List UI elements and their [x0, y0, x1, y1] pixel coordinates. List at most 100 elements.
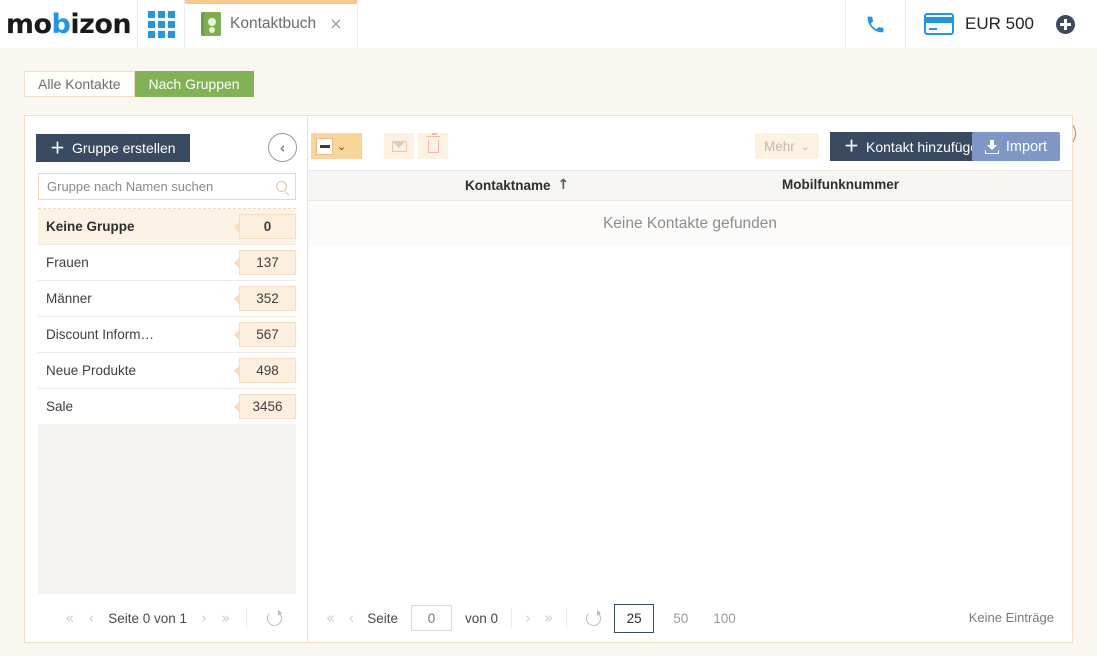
credit-card-icon	[924, 13, 955, 35]
plus-icon: ＋	[844, 138, 860, 155]
list-item[interactable]: Frauen 137	[38, 245, 296, 281]
page-label: Seite	[367, 610, 398, 626]
sub-header: Alle Kontakte Nach Gruppen Erweiterte Su…	[0, 48, 1097, 148]
logo-suffix: izon	[70, 8, 132, 40]
chevron-down-icon: ⌄	[337, 139, 347, 153]
add-funds-button[interactable]	[1056, 0, 1097, 48]
group-name: Frauen	[46, 255, 89, 270]
refresh-icon[interactable]	[586, 609, 602, 626]
close-icon[interactable]: ×	[329, 16, 342, 32]
divider	[566, 608, 568, 628]
divider	[246, 608, 248, 628]
status-badge: 0	[239, 214, 296, 239]
list-item[interactable]: Discount Inform… 567	[38, 317, 296, 353]
send-email-button[interactable]	[384, 133, 414, 159]
group-search	[38, 173, 296, 200]
status-badge: 567	[239, 322, 296, 347]
contacts-content: ⌄ Mehr ⌄ ＋ Kontakt hinzufügen Import Kon…	[308, 116, 1072, 642]
tab-alle-kontakte[interactable]: Alle Kontakte	[24, 71, 135, 97]
more-actions-button[interactable]: Mehr ⌄	[755, 133, 819, 159]
list-item[interactable]: Neue Produkte 498	[38, 353, 296, 389]
grid-apps-icon	[147, 10, 175, 38]
chevron-left-icon: ‹	[279, 138, 286, 157]
page-size-50[interactable]: 50	[667, 611, 694, 626]
logo-prefix: mo	[5, 8, 52, 40]
status-badge: 3456	[239, 394, 296, 419]
chevron-down-icon: ⌄	[800, 139, 810, 153]
sidebar-pagination: « ‹ Seite 0 von 1 › »	[25, 594, 308, 642]
page-number-input[interactable]	[410, 605, 452, 631]
contact-book-icon	[201, 12, 221, 36]
search-icon[interactable]	[276, 181, 287, 192]
page-total: von 0	[464, 610, 498, 626]
group-name: Neue Produkte	[46, 363, 137, 378]
no-entries-label: Keine Einträge	[968, 610, 1054, 625]
group-name: Keine Gruppe	[46, 219, 135, 234]
group-search-input[interactable]	[38, 173, 296, 200]
last-page-button[interactable]: »	[221, 609, 230, 627]
tab-kontaktbuch[interactable]: Kontaktbuch ×	[185, 0, 358, 48]
content-pagination: « ‹ Seite von 0 › » 25 50 100 Keine Eint…	[308, 594, 1072, 642]
group-list-empty-area	[38, 424, 296, 594]
balance-amount: EUR 500	[965, 14, 1034, 33]
divider	[511, 608, 512, 628]
sort-ascending-icon: ↑	[557, 177, 570, 193]
first-page-button[interactable]: «	[65, 609, 74, 627]
add-contact-label: Kontakt hinzufügen	[866, 138, 986, 155]
group-count-wrap: 3456	[234, 394, 296, 419]
groups-sidebar: ＋ Gruppe erstellen ‹ Keine Gruppe 0 Frau…	[25, 116, 308, 642]
group-name: Discount Inform…	[46, 327, 155, 342]
logo-accent: b	[51, 8, 71, 40]
create-group-button[interactable]: ＋ Gruppe erstellen	[36, 134, 190, 162]
group-name: Sale	[46, 399, 74, 414]
tab-nach-gruppen[interactable]: Nach Gruppen	[134, 71, 254, 97]
column-label: Mobilfunknummer	[782, 177, 899, 192]
column-header-kontaktname[interactable]: Kontaktname ↑	[465, 177, 569, 193]
group-count-wrap: 567	[234, 322, 296, 347]
envelope-icon	[391, 140, 407, 152]
create-group-label: Gruppe erstellen	[72, 140, 176, 156]
group-count-wrap: 0	[234, 214, 296, 239]
contacts-toolbar: ⌄ Mehr ⌄ ＋ Kontakt hinzufügen Import	[308, 116, 1072, 170]
status-badge: 352	[239, 286, 296, 311]
column-header-mobilfunknummer[interactable]: Mobilfunknummer	[782, 177, 899, 192]
page-size-25[interactable]: 25	[614, 603, 655, 633]
more-label: Mehr	[764, 138, 795, 154]
prev-page-button[interactable]: ‹	[348, 609, 354, 627]
select-all-dropdown[interactable]: ⌄	[311, 133, 362, 159]
import-label: Import	[1005, 138, 1047, 155]
collapse-sidebar-button[interactable]: ‹	[268, 133, 297, 162]
group-name: Männer	[46, 291, 92, 306]
list-item[interactable]: Sale 3456	[38, 389, 296, 425]
logo-text: mobizon	[5, 8, 132, 40]
column-label: Kontaktname	[465, 177, 551, 193]
last-page-button[interactable]: »	[544, 609, 553, 627]
view-mode-toggle: Alle Kontakte Nach Gruppen	[24, 71, 254, 97]
next-page-button[interactable]: ›	[525, 609, 531, 627]
apps-menu-button[interactable]	[138, 0, 185, 48]
list-item[interactable]: Männer 352	[38, 281, 296, 317]
refresh-icon[interactable]	[267, 609, 283, 626]
plus-icon: ＋	[50, 139, 66, 157]
list-item[interactable]: Keine Gruppe 0	[38, 209, 296, 245]
phone-button[interactable]	[846, 0, 907, 48]
table-header: Kontaktname ↑ Mobilfunknummer	[308, 170, 1072, 201]
prev-page-button[interactable]: ‹	[88, 609, 94, 627]
main-panel: ＋ Gruppe erstellen ‹ Keine Gruppe 0 Frau…	[24, 115, 1073, 643]
page-size-100[interactable]: 100	[707, 611, 742, 626]
delete-button[interactable]	[418, 133, 448, 159]
topbar-spacer	[358, 0, 847, 48]
download-icon	[984, 139, 999, 154]
logo: mobizon	[0, 0, 138, 48]
import-button[interactable]: Import	[971, 132, 1060, 161]
trash-icon	[426, 133, 440, 153]
top-bar: mobizon Kontaktbuch × EUR 500	[0, 0, 1097, 48]
balance-button[interactable]: EUR 500	[906, 0, 1056, 48]
first-page-button[interactable]: «	[326, 609, 335, 627]
group-list: Keine Gruppe 0 Frauen 137 Männer 352 Dis…	[38, 208, 296, 425]
group-count-wrap: 352	[234, 286, 296, 311]
plus-circle-icon	[1056, 14, 1075, 34]
group-count-wrap: 137	[234, 250, 296, 275]
phone-icon	[867, 16, 884, 32]
next-page-button[interactable]: ›	[201, 609, 207, 627]
